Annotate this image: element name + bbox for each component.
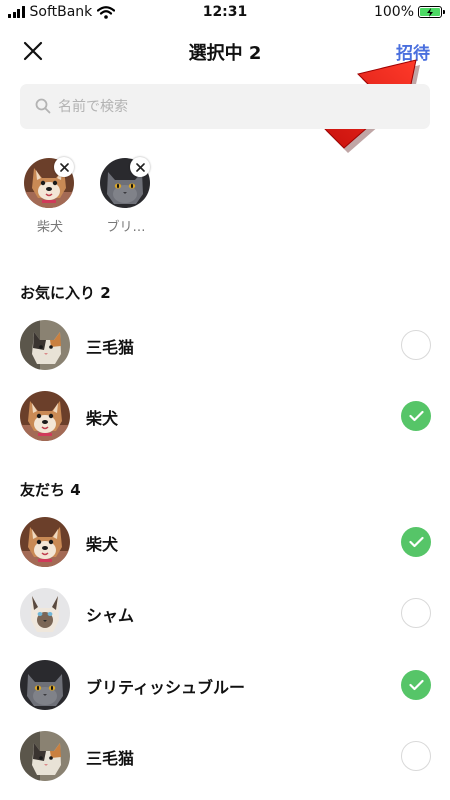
friend-name: 柴犬: [86, 409, 119, 428]
select-checkbox[interactable]: [401, 401, 431, 431]
search-bar: [20, 84, 430, 129]
check-icon: [408, 536, 424, 548]
check-icon: [408, 410, 424, 422]
battery-icon: [418, 6, 445, 18]
status-bar: SoftBank 12:31 100%: [0, 0, 450, 26]
chip-label: ブリ…: [106, 220, 146, 235]
avatar: [20, 517, 70, 567]
avatar: [20, 660, 70, 710]
friend-name: 三毛猫: [86, 338, 135, 357]
status-right: 100%: [373, 4, 445, 20]
list-item[interactable]: 柴犬: [0, 512, 450, 572]
list-item[interactable]: 三毛猫: [0, 315, 450, 375]
remove-button[interactable]: [130, 157, 150, 177]
friend-name: 三毛猫: [86, 749, 135, 768]
close-icon: [59, 162, 69, 172]
avatar: [20, 391, 70, 441]
search-input[interactable]: [58, 84, 418, 129]
avatar: [20, 320, 70, 370]
select-checkbox[interactable]: [401, 741, 431, 771]
search-icon: [35, 98, 51, 114]
check-icon: [408, 679, 424, 691]
list-item[interactable]: 柴犬: [0, 386, 450, 446]
avatar: [20, 731, 70, 781]
list-item[interactable]: 三毛猫: [0, 726, 450, 786]
select-checkbox[interactable]: [401, 598, 431, 628]
select-checkbox[interactable]: [401, 670, 431, 700]
close-icon: [135, 162, 145, 172]
battery-percent: 100%: [373, 4, 414, 20]
select-checkbox[interactable]: [401, 330, 431, 360]
friend-name: シャム: [86, 606, 135, 625]
remove-button[interactable]: [54, 157, 74, 177]
list-item[interactable]: シャム: [0, 583, 450, 643]
avatar: [20, 588, 70, 638]
chip-label: 柴犬: [36, 220, 63, 235]
friend-name: ブリティッシュブルー: [86, 678, 246, 697]
section-title-favorites: お気に入り 2: [20, 284, 111, 302]
list-item[interactable]: ブリティッシュブルー: [0, 655, 450, 715]
section-title-friends: 友だち 4: [20, 481, 81, 499]
friend-name: 柴犬: [86, 535, 119, 554]
select-checkbox[interactable]: [401, 527, 431, 557]
